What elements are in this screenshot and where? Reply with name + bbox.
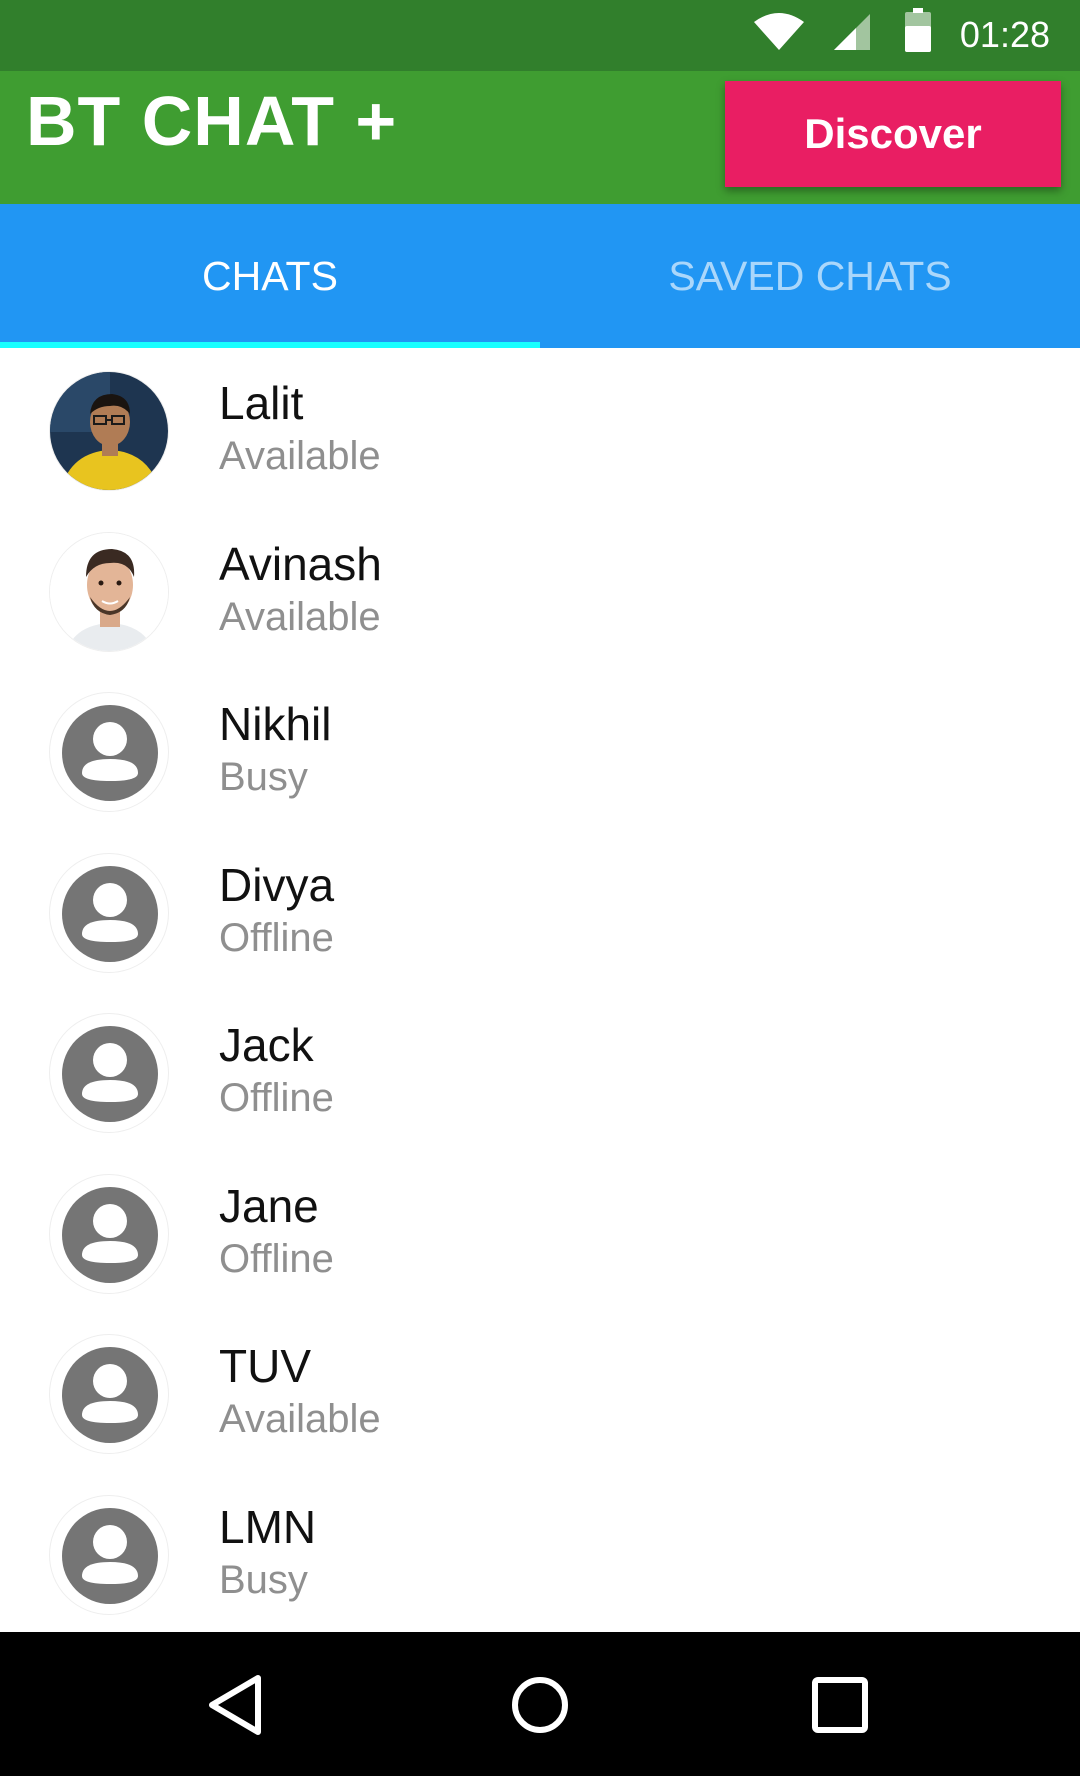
contact-status: Available — [219, 594, 381, 639]
contact-row[interactable]: Nikhil Busy — [0, 669, 1080, 830]
contact-list: Lalit Available Avinash Available Nikhil… — [0, 348, 1080, 1632]
default-person-icon — [49, 1013, 169, 1133]
avatar-photo — [49, 371, 169, 491]
navigation-bar — [0, 1632, 1080, 1776]
app-title: BT CHAT + — [26, 82, 398, 160]
contact-status: Available — [219, 1397, 381, 1441]
contact-name: TUV — [219, 1340, 311, 1392]
contact-name: Jane — [219, 1179, 319, 1232]
contact-row[interactable]: TUV Available — [0, 1311, 1080, 1472]
contact-status: Offline — [219, 1236, 334, 1281]
contact-row[interactable]: Avinash Available — [0, 509, 1080, 670]
contact-row[interactable]: Divya Offline — [0, 830, 1080, 991]
contact-row[interactable]: Lalit Available — [0, 348, 1080, 509]
default-person-icon — [49, 852, 169, 973]
signal-icon — [834, 14, 870, 50]
default-person-icon — [49, 1173, 169, 1294]
contact-row[interactable]: Jane Offline — [0, 1151, 1080, 1312]
default-person-icon — [49, 1494, 169, 1615]
default-person-icon — [49, 1334, 169, 1454]
wifi-icon — [754, 13, 804, 50]
contact-status: Busy — [219, 755, 308, 799]
tab-saved-chats[interactable]: SAVED CHATS — [540, 204, 1080, 348]
contact-name: Divya — [219, 858, 335, 911]
contact-status: Busy — [219, 1557, 308, 1602]
clock: 01:28 — [959, 14, 1050, 55]
default-person-icon — [49, 692, 169, 812]
battery-icon — [905, 8, 931, 52]
contact-status: Offline — [219, 915, 334, 960]
discover-button[interactable]: Discover — [725, 81, 1061, 187]
contact-row[interactable]: LMN Busy — [0, 1472, 1080, 1633]
contact-name: Nikhil — [219, 698, 332, 750]
contact-name: LMN — [219, 1500, 317, 1553]
avatar-photo-image — [50, 372, 168, 490]
back-icon[interactable] — [200, 1670, 270, 1740]
tab-bar: CHATS SAVED CHATS — [0, 204, 1080, 348]
avatar-photo — [49, 531, 169, 652]
recents-icon[interactable] — [805, 1670, 875, 1740]
contact-name: Jack — [219, 1019, 314, 1071]
contact-status: Offline — [219, 1076, 334, 1120]
app-bar: BT CHAT + Discover — [0, 71, 1080, 204]
contact-name: Lalit — [219, 377, 304, 429]
avatar-photo-image — [50, 532, 168, 651]
contact-row[interactable]: Jack Offline — [0, 990, 1080, 1151]
contact-name: Avinash — [219, 537, 382, 590]
tab-chats[interactable]: CHATS — [0, 204, 540, 348]
home-icon[interactable] — [505, 1670, 575, 1740]
status-bar: 01:28 — [0, 0, 1080, 71]
contact-status: Available — [219, 434, 381, 478]
